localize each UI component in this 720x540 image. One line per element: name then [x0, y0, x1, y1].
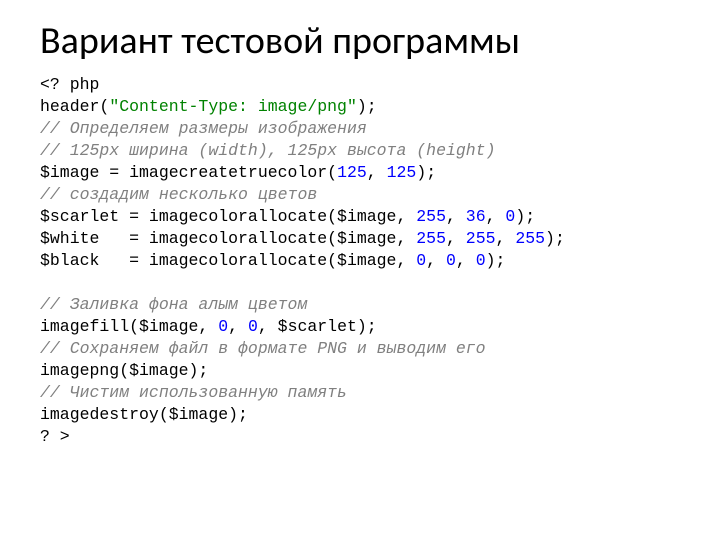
code-line: <? php [40, 75, 99, 94]
code-comment: // создадим несколько цветов [40, 185, 317, 204]
code-line: imagepng($image); [40, 361, 208, 380]
code-comment: // Заливка фона алым цветом [40, 295, 307, 314]
code-comment: // Сохраняем файл в формате PNG и выводи… [40, 339, 486, 358]
code-line: $scarlet = imagecolorallocate($image, 25… [40, 207, 535, 226]
code-block: <? php header("Content-Type: image/png")… [40, 74, 680, 448]
code-comment: // Чистим использованную память [40, 383, 347, 402]
code-line: $image = imagecreatetruecolor(125, 125); [40, 163, 436, 182]
slide-title: Вариант тестовой программы [40, 18, 680, 64]
code-line: $black = imagecolorallocate($image, 0, 0… [40, 251, 505, 270]
code-comment: // 125px ширина (width), 125px высота (h… [40, 141, 495, 160]
code-line: imagedestroy($image); [40, 405, 248, 424]
code-line: $white = imagecolorallocate($image, 255,… [40, 229, 565, 248]
slide: Вариант тестовой программы <? php header… [0, 0, 720, 540]
code-line: header("Content-Type: image/png"); [40, 97, 377, 116]
code-comment: // Определяем размеры изображения [40, 119, 367, 138]
code-line: ? > [40, 427, 70, 446]
code-line: imagefill($image, 0, 0, $scarlet); [40, 317, 377, 336]
